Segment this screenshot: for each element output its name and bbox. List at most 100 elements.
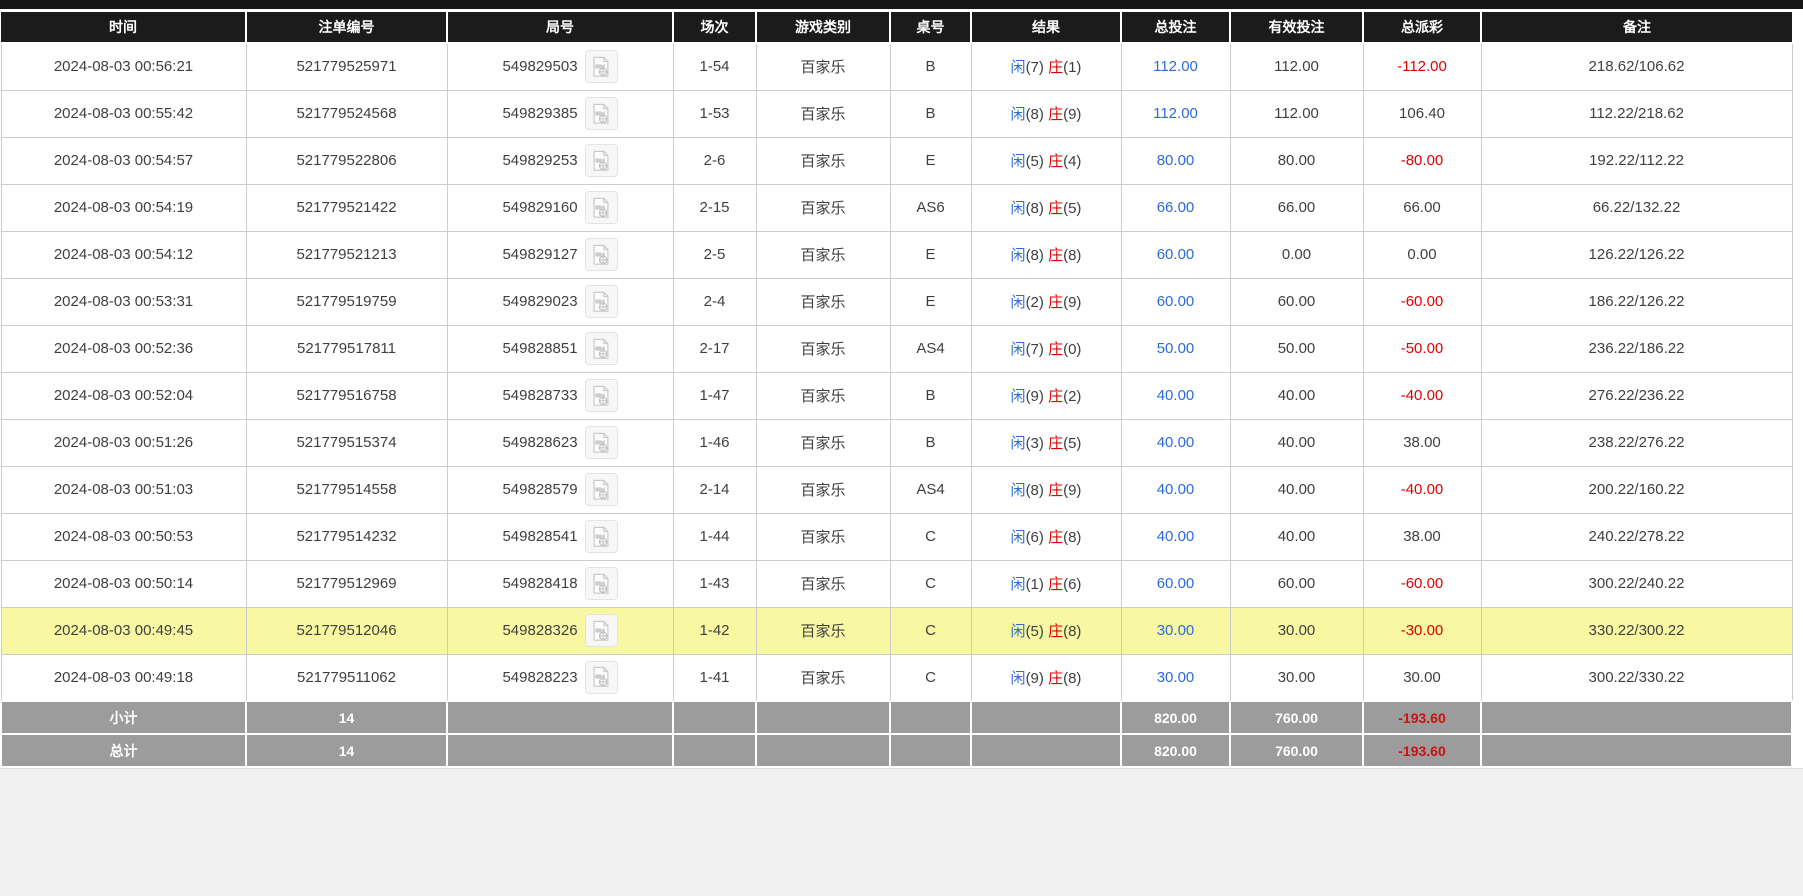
result-player-score: (8)	[1026, 106, 1044, 123]
cell-round-number: 549828851	[447, 325, 673, 372]
round-number-wrap: 549829127	[448, 238, 673, 271]
cell-order-number: 521779514558	[246, 466, 447, 513]
cell-game-type: 百家乐	[756, 419, 890, 466]
cell-result: 闲(5) 庄(4)	[971, 137, 1121, 184]
cell-time: 2024-08-03 00:54:19	[1, 184, 246, 231]
video-file-icon	[590, 103, 612, 125]
result-banker-label: 庄	[1048, 623, 1063, 640]
cell-remark: 300.22/330.22	[1481, 654, 1792, 701]
result-banker-score: (8)	[1063, 670, 1081, 687]
cell-session: 1-41	[673, 654, 756, 701]
video-replay-button[interactable]	[585, 614, 618, 647]
cell-time: 2024-08-03 00:54:57	[1, 137, 246, 184]
result-player-score: (2)	[1026, 294, 1044, 311]
result-player-score: (8)	[1026, 482, 1044, 499]
result-banker-label: 庄	[1048, 294, 1063, 311]
video-replay-button[interactable]	[585, 426, 618, 459]
cell-result: 闲(8) 庄(9)	[971, 90, 1121, 137]
result-player-score: (8)	[1026, 247, 1044, 264]
result-banker-score: (9)	[1063, 294, 1081, 311]
cell-game-type: 百家乐	[756, 372, 890, 419]
cell-time: 2024-08-03 00:51:03	[1, 466, 246, 513]
video-replay-button[interactable]	[585, 661, 618, 694]
cell-session: 1-42	[673, 607, 756, 654]
footer-empty	[1481, 734, 1792, 767]
cell-table-number: E	[890, 137, 971, 184]
table-row: 2024-08-03 00:50:14521779512969549828418…	[1, 560, 1792, 607]
round-number-wrap: 549829023	[448, 285, 673, 318]
result-banker-label: 庄	[1048, 576, 1063, 593]
table-row: 2024-08-03 00:56:21521779525971549829503…	[1, 43, 1792, 90]
cell-round-number: 549829023	[447, 278, 673, 325]
cell-order-number: 521779525971	[246, 43, 447, 90]
table-row: 2024-08-03 00:54:12521779521213549829127…	[1, 231, 1792, 278]
cell-round-number: 549829127	[447, 231, 673, 278]
footer-total-bet: 820.00	[1121, 734, 1230, 767]
result-banker-label: 庄	[1048, 670, 1063, 687]
video-replay-button[interactable]	[585, 238, 618, 271]
cell-table-number: C	[890, 513, 971, 560]
video-replay-button[interactable]	[585, 285, 618, 318]
video-file-icon	[590, 150, 612, 172]
cell-time: 2024-08-03 00:53:31	[1, 278, 246, 325]
cell-total-payout: -60.00	[1363, 278, 1481, 325]
result-player-label: 闲	[1011, 106, 1026, 123]
cell-total-bet: 40.00	[1121, 466, 1230, 513]
bet-records-table: 时间注单编号局号场次游戏类别桌号结果总投注有效投注总派彩备注 2024-08-0…	[0, 12, 1793, 768]
video-replay-button[interactable]	[585, 379, 618, 412]
result-player-label: 闲	[1011, 435, 1026, 452]
cell-order-number: 521779512969	[246, 560, 447, 607]
footer-empty	[756, 701, 890, 734]
table-row: 2024-08-03 00:54:19521779521422549829160…	[1, 184, 1792, 231]
result-player-label: 闲	[1011, 388, 1026, 405]
cell-total-bet: 66.00	[1121, 184, 1230, 231]
footer-empty	[971, 734, 1121, 767]
cell-remark: 240.22/278.22	[1481, 513, 1792, 560]
cell-valid-bet: 0.00	[1230, 231, 1363, 278]
column-header-3: 场次	[673, 12, 756, 43]
result-banker-label: 庄	[1048, 200, 1063, 217]
cell-order-number: 521779512046	[246, 607, 447, 654]
result-player-label: 闲	[1011, 670, 1026, 687]
cell-time: 2024-08-03 00:52:36	[1, 325, 246, 372]
cell-valid-bet: 112.00	[1230, 90, 1363, 137]
cell-round-number: 549829253	[447, 137, 673, 184]
cell-total-bet: 60.00	[1121, 278, 1230, 325]
video-replay-button[interactable]	[585, 144, 618, 177]
video-replay-button[interactable]	[585, 97, 618, 130]
cell-table-number: AS6	[890, 184, 971, 231]
cell-table-number: AS4	[890, 325, 971, 372]
cell-total-payout: 38.00	[1363, 419, 1481, 466]
column-header-9: 总派彩	[1363, 12, 1481, 43]
cell-total-payout: 0.00	[1363, 231, 1481, 278]
video-replay-button[interactable]	[585, 191, 618, 224]
cell-valid-bet: 40.00	[1230, 513, 1363, 560]
cell-session: 2-15	[673, 184, 756, 231]
cell-session: 1-53	[673, 90, 756, 137]
cell-total-payout: 30.00	[1363, 654, 1481, 701]
video-file-icon	[590, 479, 612, 501]
video-replay-button[interactable]	[585, 473, 618, 506]
cell-result: 闲(8) 庄(5)	[971, 184, 1121, 231]
result-banker-label: 庄	[1048, 482, 1063, 499]
cell-table-number: B	[890, 43, 971, 90]
video-replay-button[interactable]	[585, 332, 618, 365]
video-file-icon	[590, 56, 612, 78]
result-player-score: (8)	[1026, 200, 1044, 217]
cell-time: 2024-08-03 00:56:21	[1, 43, 246, 90]
table-row: 2024-08-03 00:52:36521779517811549828851…	[1, 325, 1792, 372]
video-file-icon	[590, 432, 612, 454]
result-player-score: (5)	[1026, 623, 1044, 640]
column-header-2: 局号	[447, 12, 673, 43]
footer-empty	[1481, 701, 1792, 734]
cell-total-payout: -112.00	[1363, 43, 1481, 90]
round-number-wrap: 549828418	[448, 567, 673, 600]
video-replay-button[interactable]	[585, 567, 618, 600]
video-replay-button[interactable]	[585, 50, 618, 83]
cell-session: 1-43	[673, 560, 756, 607]
cell-total-payout: -40.00	[1363, 372, 1481, 419]
result-player-score: (9)	[1026, 670, 1044, 687]
video-replay-button[interactable]	[585, 520, 618, 553]
result-player-score: (9)	[1026, 388, 1044, 405]
cell-session: 1-44	[673, 513, 756, 560]
